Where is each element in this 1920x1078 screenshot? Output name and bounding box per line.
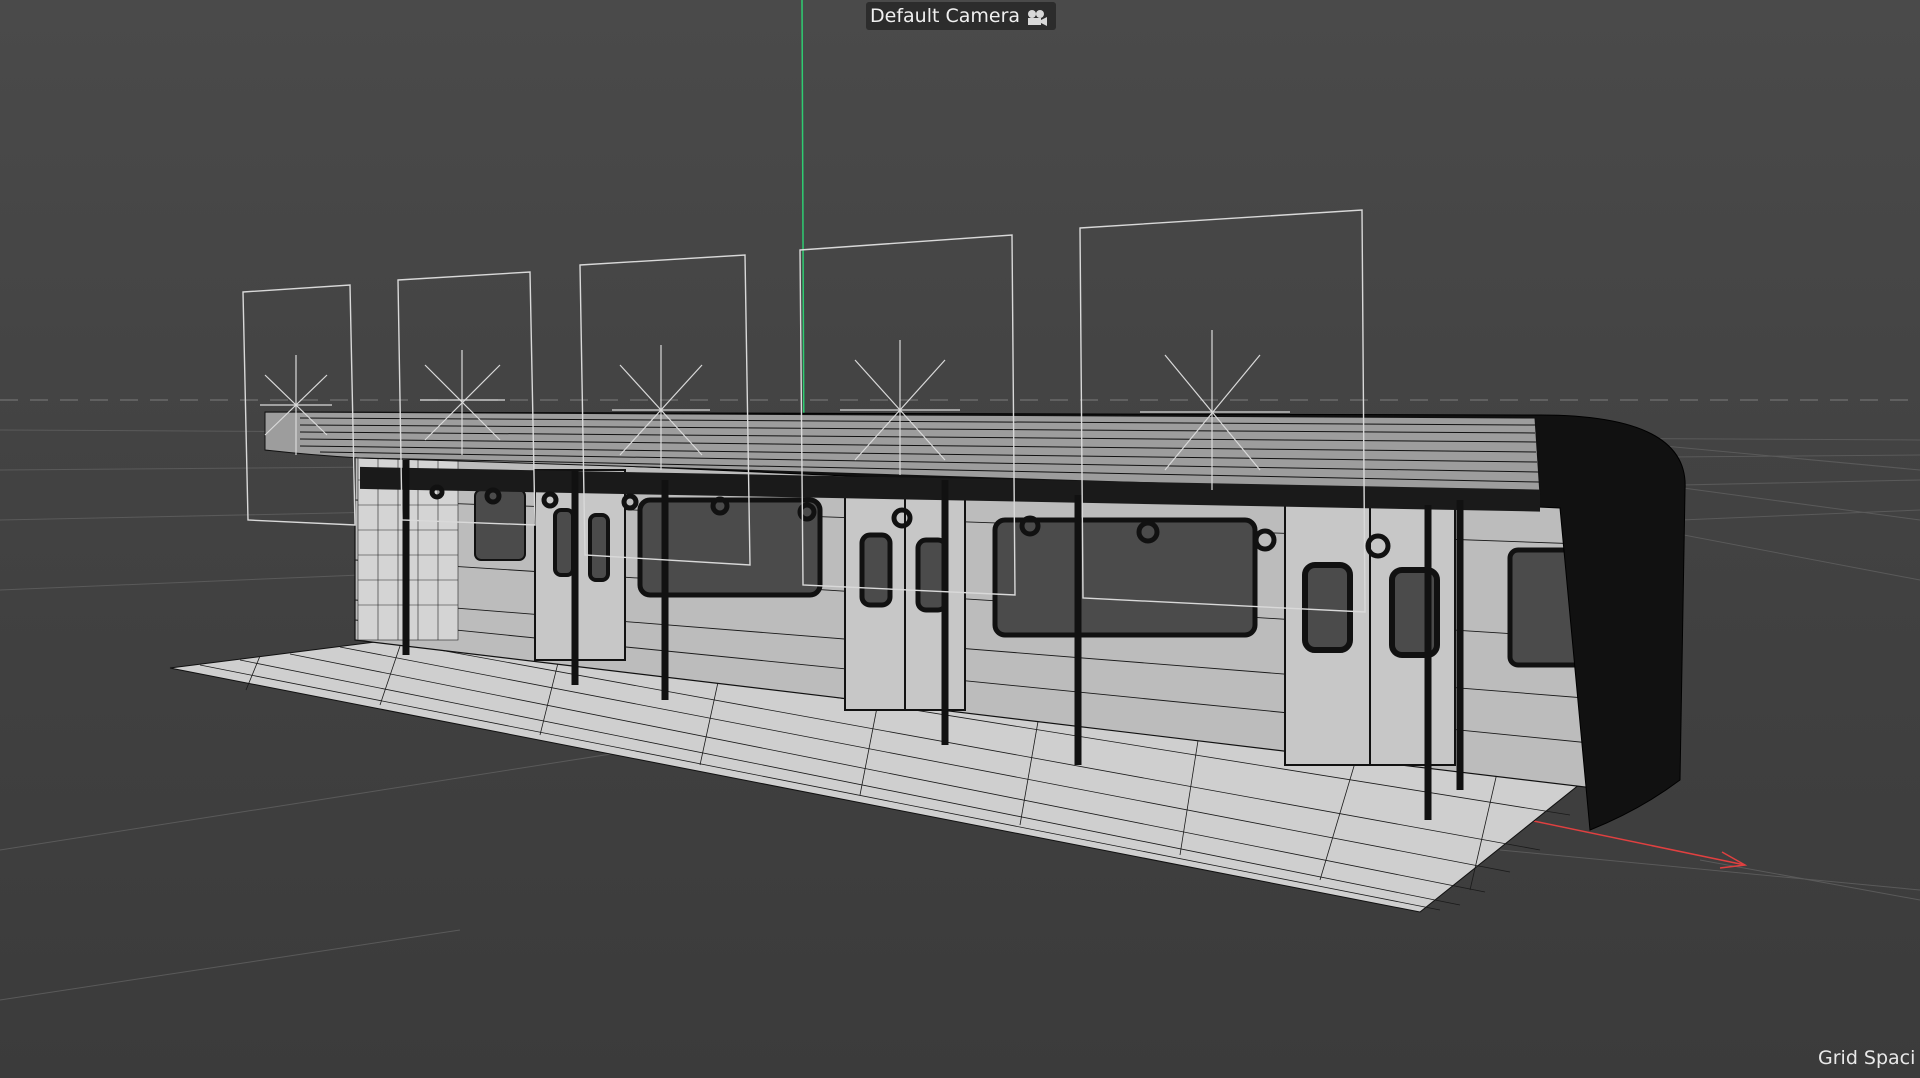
window — [992, 517, 1258, 638]
camera-icon — [1026, 7, 1048, 26]
door-1 — [534, 469, 626, 661]
camera-label-text: Default Camera — [870, 5, 1021, 27]
3d-viewport[interactable]: Default Camera Grid Spaci — [0, 0, 1920, 1078]
scene-canvas[interactable] — [0, 0, 1920, 1078]
area-light-1 — [242, 284, 356, 526]
camera-label[interactable]: Default Camera — [866, 2, 1057, 30]
grid-spacing-label: Grid Spaci — [1818, 1047, 1916, 1069]
